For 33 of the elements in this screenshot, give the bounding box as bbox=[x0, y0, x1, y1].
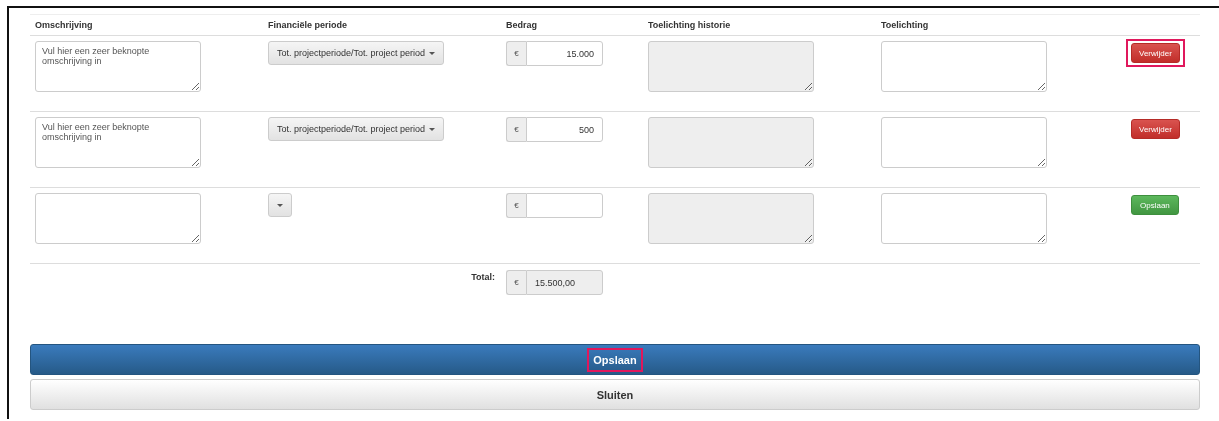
description-field[interactable]: Vul hier een zeer beknopte omschrijving in bbox=[35, 117, 201, 168]
period-dropdown[interactable]: Tot. projectperiode/Tot. project period bbox=[268, 41, 445, 65]
delete-button[interactable]: Verwijder bbox=[1131, 119, 1180, 139]
close-button[interactable]: Sluiten bbox=[30, 379, 1200, 410]
explanation-field[interactable] bbox=[881, 41, 1047, 92]
caret-icon bbox=[429, 127, 436, 131]
currency-addon: € bbox=[506, 270, 526, 295]
amount-field[interactable]: 500 bbox=[526, 117, 603, 142]
currency-addon: € bbox=[506, 41, 526, 66]
description-field[interactable]: Vul hier een zeer beknopte omschrijving in bbox=[35, 41, 201, 92]
column-header: Toelichting bbox=[881, 20, 930, 32]
save-button[interactable]: Opslaan bbox=[30, 344, 1200, 375]
history-field[interactable] bbox=[648, 117, 814, 168]
caret-icon bbox=[429, 51, 436, 55]
amount-field[interactable] bbox=[526, 193, 603, 218]
column-header: Bedrag bbox=[506, 20, 538, 32]
history-field[interactable] bbox=[648, 193, 814, 244]
period-dropdown[interactable] bbox=[268, 193, 292, 217]
description-field[interactable] bbox=[35, 193, 201, 244]
currency-addon: € bbox=[506, 117, 526, 142]
period-dropdown[interactable]: Tot. projectperiode/Tot. project period bbox=[268, 117, 445, 141]
history-field[interactable] bbox=[648, 41, 814, 92]
delete-button[interactable]: Verwijder bbox=[1131, 43, 1180, 63]
total-label: Total: bbox=[471, 271, 496, 284]
explanation-field[interactable] bbox=[881, 193, 1047, 244]
caret-icon bbox=[277, 203, 283, 207]
column-header: Toelichting historie bbox=[648, 20, 732, 32]
total-field[interactable]: 15.500,00 bbox=[526, 270, 603, 295]
column-header: Omschrijving bbox=[35, 20, 94, 32]
currency-addon: € bbox=[506, 193, 526, 218]
column-header: Financiële periode bbox=[268, 20, 349, 32]
amount-field[interactable]: 15.000 bbox=[526, 41, 603, 66]
explanation-field[interactable] bbox=[881, 117, 1047, 168]
